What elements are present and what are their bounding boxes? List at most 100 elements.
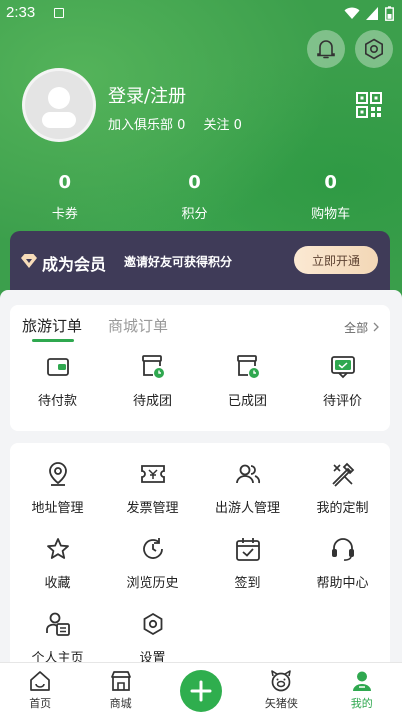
settings-button[interactable]: [355, 30, 393, 68]
tab-publish[interactable]: [161, 663, 241, 716]
tab-label: 商城: [109, 697, 132, 710]
signal-icon: [366, 7, 378, 20]
order-status-label: 待评价: [322, 394, 362, 409]
tab-label: 首页: [29, 697, 52, 710]
service-invoice[interactable]: 发票管理: [105, 459, 200, 516]
services-row-1: 地址管理 发票管理 出游人管理 我的定制: [10, 459, 390, 516]
order-status-unpaid[interactable]: 待付款: [10, 352, 105, 409]
club-label: 加入俱乐部: [108, 118, 174, 133]
profile-page-icon: [45, 612, 70, 636]
location-icon: [48, 462, 67, 486]
service-label: 地址管理: [31, 501, 84, 516]
service-travelers[interactable]: 出游人管理: [200, 459, 295, 516]
star-icon: [46, 538, 69, 559]
stat-label: 卡券: [51, 207, 78, 222]
default-avatar-icon: [42, 87, 76, 128]
stat-label: 购物车: [311, 207, 351, 222]
service-label: 我的定制: [316, 501, 369, 516]
all-orders-link[interactable]: 全部: [344, 319, 380, 336]
service-label: 收藏: [44, 576, 71, 591]
club-count: 0: [177, 118, 186, 133]
order-status-label: 待成团: [132, 394, 172, 409]
tab-home[interactable]: 首页: [0, 663, 80, 716]
order-status-grid: 待付款 待成团 已成团 待评价: [10, 352, 390, 409]
tab-shop[interactable]: 商城: [80, 663, 160, 716]
open-vip-button[interactable]: 立即开通: [294, 246, 378, 274]
customize-icon: [331, 462, 354, 487]
stat-cart[interactable]: 0 购物车: [311, 172, 350, 222]
notification-bell-button[interactable]: [307, 30, 345, 68]
services-card: 地址管理 发票管理 出游人管理 我的定制 收藏 浏览历史 签到 帮助中心 个人主…: [10, 443, 390, 673]
pig-icon: [271, 670, 292, 692]
diamond-icon: [21, 254, 37, 268]
stat-points[interactable]: 0 积分: [181, 172, 207, 222]
travelers-icon: [235, 464, 260, 484]
follow-count: 0: [233, 118, 242, 133]
history-icon: [142, 538, 163, 559]
headset-icon: [331, 538, 354, 561]
shop-icon: [110, 671, 131, 691]
service-address[interactable]: 地址管理: [10, 459, 105, 516]
stat-label: 积分: [181, 207, 208, 222]
chevron-right-icon: [373, 322, 379, 332]
plus-icon: [190, 680, 212, 702]
gear-icon: [365, 38, 383, 60]
follow-link[interactable]: 关注 0: [203, 114, 241, 133]
service-label: 浏览历史: [126, 576, 179, 591]
vip-desc: 邀请好友可获得积分: [124, 255, 233, 269]
order-status-grouped[interactable]: 已成团: [200, 352, 295, 409]
review-icon: [330, 356, 355, 379]
qr-code-button[interactable]: [356, 92, 382, 122]
plus-button[interactable]: [179, 670, 222, 712]
login-register-link[interactable]: 登录/注册: [108, 82, 186, 108]
settings-icon: [143, 612, 162, 636]
service-customize[interactable]: 我的定制: [295, 459, 390, 516]
avatar[interactable]: [22, 68, 96, 142]
status-time: 2:33: [6, 4, 36, 21]
service-settings[interactable]: 设置: [105, 609, 200, 666]
home-icon: [30, 671, 51, 691]
tab-mine[interactable]: 我的: [322, 663, 402, 716]
bell-icon: [317, 40, 335, 59]
vip-banner: 成为会员 邀请好友可获得积分 立即开通: [10, 231, 390, 291]
stat-value: 0: [324, 172, 337, 193]
all-orders-label: 全部: [344, 321, 369, 335]
service-favorites[interactable]: 收藏: [10, 534, 105, 591]
group-pending-icon: [141, 355, 164, 378]
orders-card: 旅游订单 商城订单 全部 待付款 待成团 已成团 待评价: [10, 305, 390, 431]
service-checkin[interactable]: 签到: [200, 534, 295, 591]
user-icon: [352, 671, 371, 691]
follow-label: 关注: [203, 118, 230, 133]
tab-label: 我的: [350, 697, 373, 710]
service-history[interactable]: 浏览历史: [105, 534, 200, 591]
order-status-pending-group[interactable]: 待成团: [105, 352, 200, 409]
tab-pig[interactable]: 矢猪侠: [241, 663, 321, 716]
services-row-3: 个人主页 设置: [10, 609, 390, 666]
bottom-tab-bar: 首页 商城 矢猪侠 我的: [0, 662, 402, 716]
qr-code-icon: [356, 92, 382, 118]
stat-value: 0: [188, 172, 201, 193]
stat-value: 0: [58, 172, 72, 193]
wifi-icon: [344, 7, 360, 19]
tab-label: 矢猪侠: [264, 697, 298, 710]
service-profile-page[interactable]: 个人主页: [10, 609, 105, 666]
invoice-icon: [140, 465, 165, 483]
tab-mall-orders[interactable]: 商城订单: [108, 315, 168, 336]
stats-row: 0 卡券 0 积分 0 购物车: [0, 172, 402, 222]
order-status-label: 已成团: [227, 394, 267, 409]
services-row-2: 收藏 浏览历史 签到 帮助中心: [10, 534, 390, 591]
service-label: 签到: [234, 576, 261, 591]
order-tabs: 旅游订单 商城订单: [22, 315, 168, 342]
battery-icon: [385, 6, 394, 21]
tab-travel-orders[interactable]: 旅游订单: [22, 315, 82, 342]
status-bar: 2:33: [0, 0, 402, 28]
group-done-icon: [236, 355, 259, 378]
order-status-to-review[interactable]: 待评价: [295, 352, 390, 409]
stat-coupons[interactable]: 0 卡券: [52, 172, 78, 222]
club-link[interactable]: 加入俱乐部 0: [108, 114, 185, 133]
vip-title: 成为会员: [42, 255, 107, 274]
order-status-label: 待付款: [37, 394, 77, 409]
service-label: 帮助中心: [316, 576, 369, 591]
wallet-icon: [46, 358, 69, 376]
service-help[interactable]: 帮助中心: [295, 534, 390, 591]
